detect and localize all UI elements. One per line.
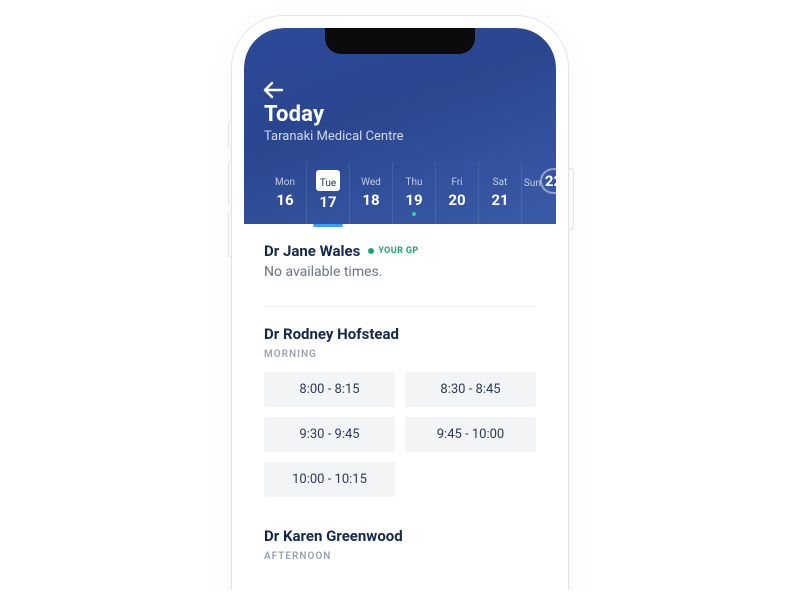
day-fri[interactable]: Fri 20 bbox=[436, 162, 479, 226]
doctor-name: Dr Rodney Hofstead bbox=[264, 325, 399, 343]
day-thu[interactable]: Thu 19 bbox=[393, 162, 436, 226]
arrow-left-icon bbox=[262, 80, 284, 100]
day-label: Fri bbox=[451, 177, 462, 188]
day-number: 22 bbox=[545, 172, 556, 190]
header: Today Taranaki Medical Centre Mon 16 Tue… bbox=[244, 28, 556, 224]
page-title: Today bbox=[264, 102, 536, 127]
day-label: Thu bbox=[406, 177, 423, 188]
day-label: Tue bbox=[320, 178, 336, 189]
day-number: 19 bbox=[393, 191, 435, 209]
time-slot[interactable]: 8:00 - 8:15 bbox=[264, 372, 395, 407]
doctor-name: Dr Karen Greenwood bbox=[264, 527, 403, 545]
day-number: 16 bbox=[264, 191, 306, 209]
day-number: 20 bbox=[436, 191, 478, 209]
time-slot[interactable]: 9:45 - 10:00 bbox=[405, 417, 536, 452]
doctor-name: Dr Jane Wales bbox=[264, 242, 360, 260]
divider bbox=[264, 306, 536, 307]
day-label: Sat bbox=[493, 177, 508, 188]
period-label: MORNING bbox=[264, 349, 536, 360]
availability-list: Dr Jane Wales YOUR GP No available times… bbox=[244, 224, 556, 600]
day-label: Sun bbox=[524, 178, 541, 189]
phone-side-button bbox=[228, 120, 236, 148]
day-wed[interactable]: Wed 18 bbox=[350, 162, 393, 226]
doctor-section: Dr Jane Wales YOUR GP No available times… bbox=[264, 242, 536, 280]
day-tue[interactable]: Tue 17 bbox=[307, 162, 350, 226]
badge-label: YOUR GP bbox=[378, 246, 418, 256]
time-slot[interactable]: 10:00 - 10:15 bbox=[264, 462, 395, 497]
doctor-section: Dr Rodney Hofstead MORNING 8:00 - 8:15 8… bbox=[264, 325, 536, 497]
screen: Today Taranaki Medical Centre Mon 16 Tue… bbox=[244, 28, 556, 600]
availability-dot-icon bbox=[412, 212, 416, 216]
your-gp-badge: YOUR GP bbox=[368, 246, 418, 256]
day-picker: Mon 16 Tue 17 Wed 18 Thu 19 bbox=[264, 162, 536, 226]
time-slot[interactable]: 9:30 - 9:45 bbox=[264, 417, 395, 452]
day-mon[interactable]: Mon 16 bbox=[264, 162, 307, 226]
phone-side-button bbox=[228, 160, 236, 206]
day-label: Wed bbox=[361, 177, 381, 188]
day-number: 18 bbox=[350, 191, 392, 209]
day-sun[interactable]: Sun 22 bbox=[522, 162, 556, 226]
back-button[interactable] bbox=[262, 80, 284, 100]
day-label: Mon bbox=[275, 177, 295, 188]
time-slot[interactable]: 8:30 - 8:45 bbox=[405, 372, 536, 407]
no-availability-text: No available times. bbox=[264, 264, 536, 280]
clinic-name: Taranaki Medical Centre bbox=[264, 129, 536, 144]
phone-side-button bbox=[228, 212, 236, 258]
day-number: 21 bbox=[479, 191, 521, 209]
day-number: 17 bbox=[307, 193, 349, 211]
doctor-section: Dr Karen Greenwood AFTERNOON bbox=[264, 527, 536, 562]
day-sat[interactable]: Sat 21 bbox=[479, 162, 522, 226]
period-label: AFTERNOON bbox=[264, 551, 536, 562]
phone-side-button bbox=[566, 168, 574, 230]
time-slot-grid: 8:00 - 8:15 8:30 - 8:45 9:30 - 9:45 9:45… bbox=[264, 372, 536, 497]
phone-frame: Today Taranaki Medical Centre Mon 16 Tue… bbox=[244, 28, 556, 600]
phone-notch bbox=[325, 28, 475, 54]
